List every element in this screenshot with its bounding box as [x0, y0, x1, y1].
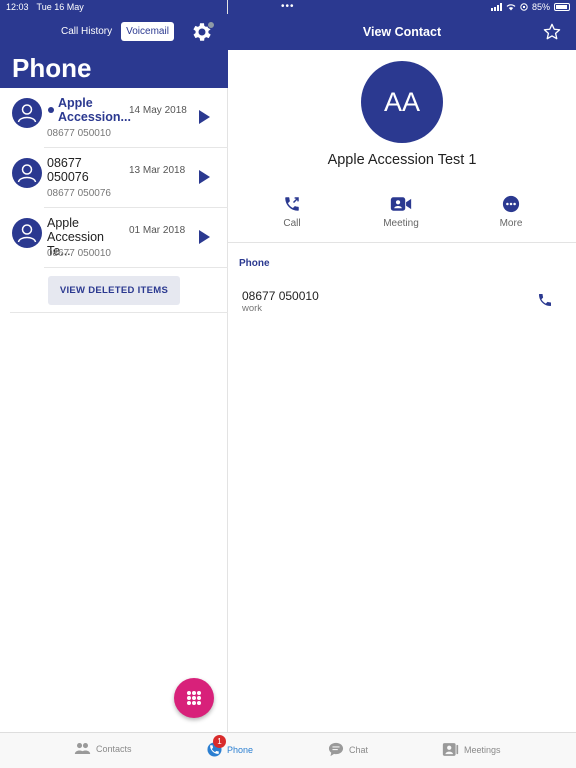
play-icon[interactable]	[199, 170, 210, 184]
caller-number: 08677 050076	[47, 188, 111, 199]
tab-contacts-label: Contacts	[96, 743, 132, 754]
avatar	[12, 158, 42, 188]
star-icon[interactable]	[542, 22, 562, 42]
tab-meetings-label: Meetings	[464, 744, 501, 755]
phone-pane: Call History Voicemail Phone Apple Acces…	[0, 0, 228, 732]
call-action-button[interactable]: Call	[257, 195, 327, 229]
call-action-label: Call	[283, 218, 301, 229]
more-action-label: More	[499, 218, 523, 229]
tab-bar: Contacts 1 Phone Chat Meetings	[0, 732, 576, 768]
avatar	[12, 98, 42, 128]
meetings-icon	[442, 743, 459, 756]
divider	[228, 242, 576, 243]
dialpad-icon	[187, 691, 201, 705]
battery-icon	[554, 3, 570, 11]
contact-header-title: View Contact	[362, 25, 442, 39]
dialpad-button[interactable]	[174, 678, 214, 718]
phone-header: Call History Voicemail Phone	[0, 14, 228, 88]
person-icon	[17, 104, 37, 123]
wifi-icon	[506, 4, 516, 11]
list-item[interactable]: 08677 050076 13 Mar 2018 08677 050076	[0, 148, 228, 208]
status-indicators: 85%	[490, 2, 570, 12]
phone-type: work	[242, 303, 263, 314]
tab-contacts[interactable]: Contacts	[74, 742, 132, 755]
unread-indicator	[48, 107, 54, 113]
multitask-dots-icon[interactable]: •••	[281, 1, 295, 12]
segmented-control: Call History Voicemail	[56, 22, 174, 41]
tab-meetings[interactable]: Meetings	[442, 742, 501, 757]
chat-icon	[328, 742, 344, 757]
phone-number[interactable]: 08677 050010	[242, 289, 319, 303]
tab-voicemail[interactable]: Voicemail	[121, 22, 174, 41]
tab-phone-label: Phone	[227, 744, 254, 755]
notification-badge: 1	[213, 735, 226, 748]
video-meeting-icon	[390, 197, 412, 211]
phone-section-label: Phone	[239, 258, 270, 269]
person-icon	[17, 224, 37, 243]
caller-name: Apple Accession...	[58, 96, 131, 124]
signal-icon	[490, 3, 502, 11]
meeting-action-button[interactable]: Meeting	[366, 195, 436, 229]
contact-header: View Contact	[228, 14, 576, 50]
outgoing-call-icon	[285, 197, 299, 211]
caller-number: 08677 050010	[47, 128, 111, 139]
list-item[interactable]: Apple Accession Te... 01 Mar 2018 08677 …	[0, 208, 228, 268]
caller-name: 08677 050076	[47, 156, 89, 184]
more-icon	[502, 195, 520, 213]
tab-chat-label: Chat	[349, 744, 369, 755]
list-item[interactable]: Apple Accession... 14 May 2018 08677 050…	[0, 88, 228, 148]
tab-call-history[interactable]: Call History	[56, 22, 117, 41]
tab-chat[interactable]: Chat	[328, 742, 368, 757]
play-icon[interactable]	[199, 230, 210, 244]
orientation-lock-icon	[520, 3, 528, 11]
person-icon	[17, 164, 37, 183]
presence-status-dot	[207, 21, 215, 29]
meeting-action-label: Meeting	[383, 218, 419, 229]
view-deleted-items-button[interactable]: VIEW DELETED ITEMS	[48, 276, 180, 305]
call-date: 01 Mar 2018	[129, 225, 186, 236]
divider	[44, 267, 228, 268]
divider	[10, 312, 228, 313]
play-icon[interactable]	[199, 110, 210, 124]
contact-avatar: AA	[361, 61, 443, 143]
call-date: 13 Mar 2018	[129, 165, 186, 176]
contacts-icon	[74, 742, 91, 755]
contact-name: Apple Accession Test 1	[327, 152, 477, 168]
avatar	[12, 218, 42, 248]
page-title: Phone	[12, 53, 92, 83]
tab-phone[interactable]: 1 Phone	[207, 735, 254, 757]
caller-number: 08677 050010	[47, 248, 111, 259]
battery-percent: 85%	[531, 2, 550, 12]
call-date: 14 May 2018	[129, 105, 187, 116]
phone-icon[interactable]	[537, 292, 553, 308]
more-action-button[interactable]: More	[476, 195, 546, 229]
voicemail-list: Apple Accession... 14 May 2018 08677 050…	[0, 88, 228, 268]
